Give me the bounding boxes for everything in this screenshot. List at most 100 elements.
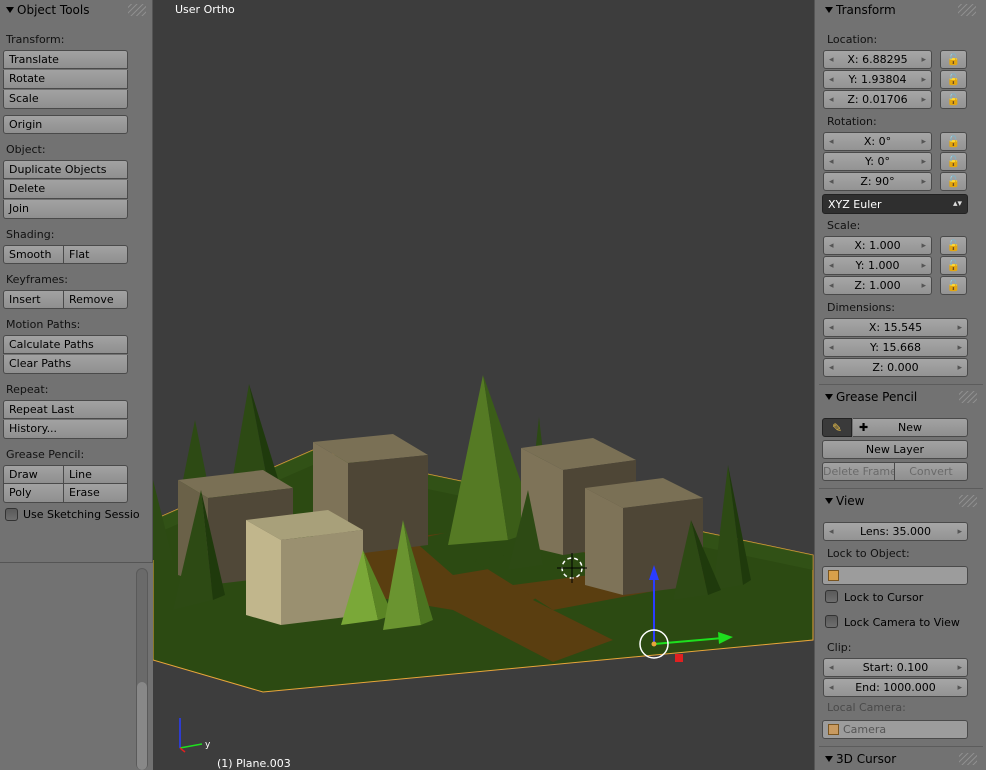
flat-button[interactable]: Flat [64, 245, 128, 264]
object-origin [651, 641, 657, 647]
scale-button[interactable]: Scale [3, 90, 128, 109]
use-sketching-checkbox[interactable] [5, 508, 18, 521]
line-button[interactable]: Line [64, 465, 128, 484]
convert-button[interactable]: Convert [895, 462, 968, 481]
scale-z-field[interactable]: Z: 1.000 [823, 276, 932, 295]
lock-icon[interactable]: 🔓 [940, 152, 967, 171]
view-panel-title: View [836, 494, 865, 508]
history-button[interactable]: History... [3, 420, 128, 439]
new-grease-button[interactable]: ✚ New [853, 418, 968, 437]
use-sketching-label: Use Sketching Sessio [23, 508, 140, 521]
dimension-x-field[interactable]: X: 15.545 [823, 318, 968, 337]
local-camera-field[interactable]: Camera [822, 720, 968, 739]
scene-render: y [153, 375, 814, 753]
dimension-y-field[interactable]: Y: 15.668 [823, 338, 968, 357]
object-label: Object: [6, 143, 46, 156]
active-object-label: (1) Plane.003 [217, 757, 291, 770]
camera-value: Camera [843, 723, 887, 736]
location-y-field[interactable]: Y: 1.93804 [823, 70, 932, 89]
panel-separator [819, 746, 983, 747]
lock-icon[interactable]: 🔓 [940, 90, 967, 109]
rotation-label: Rotation: [827, 115, 877, 128]
lock-object-field[interactable] [822, 566, 968, 585]
3d-cursor-title: 3D Cursor [836, 752, 897, 766]
3d-cursor-header[interactable]: 3D Cursor [815, 749, 986, 769]
keyframes-label: Keyframes: [6, 273, 68, 286]
insert-keyframe-button[interactable]: Insert [3, 290, 64, 309]
lock-icon[interactable]: 🔓 [940, 70, 967, 89]
lock-icon[interactable]: 🔓 [940, 256, 967, 275]
x-axis-handle [675, 654, 683, 662]
location-z-field[interactable]: Z: 0.01706 [823, 90, 932, 109]
clip-label: Clip: [827, 641, 852, 654]
lock-icon[interactable]: 🔓 [940, 172, 967, 191]
panel-separator [819, 488, 983, 489]
collapse-triangle-icon [825, 756, 833, 762]
dimension-z-field[interactable]: Z: 0.000 [823, 358, 968, 377]
clear-paths-button[interactable]: Clear Paths [3, 355, 128, 374]
properties-shelf: Transform Location: X: 6.88295 Y: 1.9380… [814, 0, 986, 770]
shading-label: Shading: [6, 228, 55, 241]
transform-title: Transform [836, 3, 896, 17]
drag-grip-icon[interactable] [959, 753, 977, 765]
dimensions-label: Dimensions: [827, 301, 895, 314]
tool-shelf-scroll-thumb[interactable] [137, 682, 147, 770]
clip-end-field[interactable]: End: 1000.000 [823, 678, 968, 697]
rotation-mode-select[interactable]: XYZ Euler ▴▾ [822, 194, 968, 214]
view-header[interactable]: View [815, 491, 986, 511]
3d-viewport[interactable]: y User Ortho (1) Plane.003 [153, 0, 814, 770]
scale-x-field[interactable]: X: 1.000 [823, 236, 932, 255]
panel-separator [819, 384, 983, 385]
lock-camera-checkbox[interactable] [825, 615, 838, 628]
rotate-button[interactable]: Rotate [3, 70, 128, 89]
smooth-button[interactable]: Smooth [3, 245, 64, 264]
lock-icon[interactable]: 🔓 [940, 236, 967, 255]
clip-start-field[interactable]: Start: 0.100 [823, 658, 968, 677]
drag-grip-icon[interactable] [958, 4, 976, 16]
location-x-field[interactable]: X: 6.88295 [823, 50, 932, 69]
repeat-label: Repeat: [6, 383, 49, 396]
collapse-triangle-icon [825, 7, 833, 13]
calculate-paths-button[interactable]: Calculate Paths [3, 335, 128, 354]
repeat-last-button[interactable]: Repeat Last [3, 400, 128, 419]
mini-y-label: y [205, 740, 211, 750]
collapse-triangle-icon [825, 498, 833, 504]
poly-button[interactable]: Poly [3, 484, 64, 503]
camera-icon [828, 724, 839, 735]
drag-grip-icon[interactable] [128, 4, 146, 16]
duplicate-objects-button[interactable]: Duplicate Objects [3, 160, 128, 179]
delete-frame-button[interactable]: Delete Frame [822, 462, 895, 481]
transform-label: Transform: [6, 33, 65, 46]
remove-keyframe-button[interactable]: Remove [64, 290, 128, 309]
drag-grip-icon[interactable] [959, 391, 977, 403]
lock-icon[interactable]: 🔓 [940, 276, 967, 295]
join-button[interactable]: Join [3, 200, 128, 219]
translate-button[interactable]: Translate [3, 50, 128, 69]
delete-button[interactable]: Delete [3, 180, 128, 199]
lock-to-cursor-checkbox[interactable] [825, 590, 838, 603]
lens-field[interactable]: Lens: 35.000 [823, 522, 968, 541]
grease-pencil-header[interactable]: Grease Pencil [815, 387, 986, 407]
lock-icon[interactable]: 🔓 [940, 50, 967, 69]
rotation-y-field[interactable]: Y: 0° [823, 152, 932, 171]
rotation-x-field[interactable]: X: 0° [823, 132, 932, 151]
lock-to-cursor-label: Lock to Cursor [844, 591, 924, 604]
new-layer-button[interactable]: New Layer [822, 440, 968, 459]
draw-button[interactable]: Draw [3, 465, 64, 484]
origin-button[interactable]: Origin [3, 115, 128, 134]
collapse-triangle-icon [825, 394, 833, 400]
object-tools-header[interactable]: Object Tools [0, 0, 152, 20]
lock-icon[interactable]: 🔓 [940, 132, 967, 151]
object-tools-title: Object Tools [17, 3, 90, 17]
scale-y-field[interactable]: Y: 1.000 [823, 256, 932, 275]
pencil-icon[interactable]: ✎ [822, 418, 852, 437]
new-label: New [898, 421, 922, 434]
transform-header[interactable]: Transform [815, 0, 986, 20]
rotation-z-field[interactable]: Z: 90° [823, 172, 932, 191]
mini-y-axis [179, 743, 203, 749]
updown-arrow-icon: ▴▾ [952, 199, 962, 209]
plus-icon: ✚ [859, 421, 869, 434]
drag-grip-icon[interactable] [959, 495, 977, 507]
grease-pencil-label: Grease Pencil: [6, 448, 85, 461]
erase-button[interactable]: Erase [64, 484, 128, 503]
